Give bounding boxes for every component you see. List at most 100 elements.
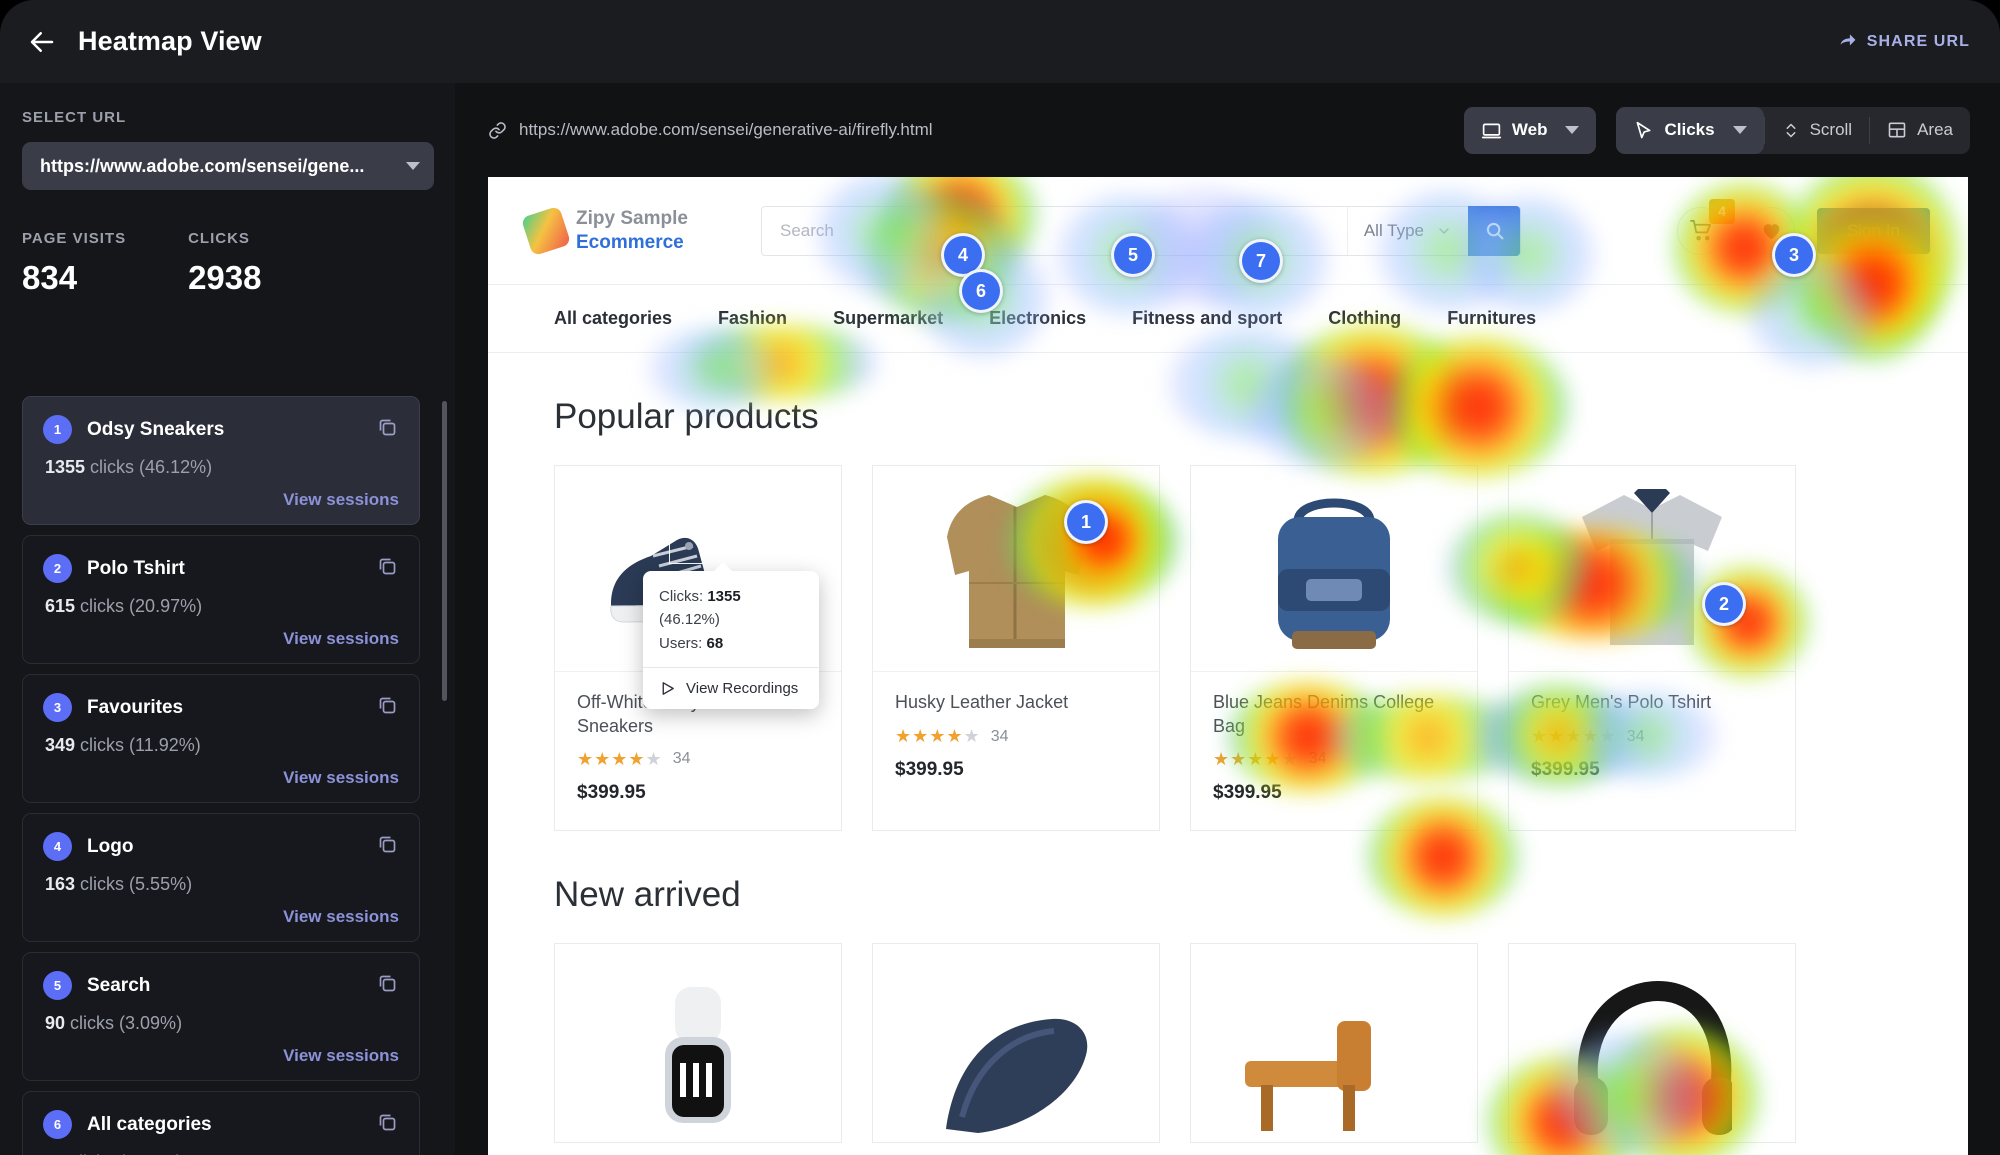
product-price: $399.95 [1531,759,1600,780]
heatmap-toolbar: https://www.adobe.com/sensei/generative-… [455,83,2000,177]
element-card[interactable]: 1 Odsy Sneakers 1355 clicks (46.12%) Vie… [22,396,420,525]
signin-button[interactable]: Sign In [1817,207,1930,254]
copy-button[interactable] [375,415,399,444]
site-nav-item[interactable]: Supermarket [833,308,943,329]
rating-stars: ★★★★★ [1213,748,1299,769]
heatmap-marker-3[interactable]: 3 [1772,233,1816,277]
view-sessions-link[interactable]: View sessions [43,629,399,649]
element-name: Search [87,974,151,996]
site-nav-item[interactable]: All categories [554,308,672,329]
copy-icon[interactable] [375,693,399,717]
share-url-label: SHARE URL [1866,32,1970,50]
element-name: Favourites [87,696,184,718]
chair-image [1245,1020,1371,1131]
stat-value: 2938 [188,259,262,296]
app-header: Heatmap View SHARE URL [0,0,2000,83]
back-button[interactable] [20,20,64,64]
device-web-button[interactable]: Web [1463,106,1597,154]
chevron-down-icon [406,162,420,170]
chevron-down-icon [1565,126,1580,134]
element-card[interactable]: 2 Polo Tshirt 615 clicks (20.97%) View s… [22,535,420,664]
product-rating: ★★★★★ 34 [577,749,819,770]
view-recordings-label: View Recordings [686,679,799,697]
logo-line-2: Ecommerce [576,231,684,253]
copy-icon[interactable] [375,1110,399,1134]
site-nav-item[interactable]: Furnitures [1447,308,1536,329]
product-price: $399.95 [895,759,964,780]
new-product-card[interactable] [872,942,1160,1143]
new-product-card[interactable] [1508,942,1796,1143]
element-card[interactable]: 5 Search 90 clicks (3.09%) View sessions [22,952,420,1081]
product-image [926,997,1106,1142]
copy-button[interactable] [375,554,399,583]
click-tooltip[interactable]: Clicks: 1355 (46.12%) Users: 68 View Rec… [643,562,819,709]
mode-area-button[interactable]: Area [1870,107,1970,154]
share-url-button[interactable]: SHARE URL [1838,32,1970,51]
site-logo[interactable]: Zipy Sample Ecommerce [520,205,761,256]
sidebar-scrollbar[interactable] [442,401,447,701]
tooltip-stats: Clicks: 1355 (46.12%) Users: 68 [643,571,819,667]
copy-icon[interactable] [375,832,399,856]
heatmap-marker-6[interactable]: 6 [959,269,1003,313]
smartwatch-image [665,986,731,1123]
site-nav-item[interactable]: Electronics [989,308,1086,329]
element-name: All categories [87,1113,212,1135]
site-nav-item[interactable]: Fashion [718,308,787,329]
site-search-input[interactable]: Search [762,221,1347,241]
copy-icon[interactable] [375,415,399,439]
rating-stars: ★★★★★ [577,748,663,769]
heatmap-marker-5[interactable]: 5 [1111,233,1155,277]
element-card[interactable]: 6 All categories 67 clicks (2.30%) View … [22,1091,420,1155]
rating-count: 34 [1308,750,1327,768]
cart-button[interactable]: 4 [1677,198,1736,255]
tooltip-clicks-percent: (46.12%) [659,611,720,629]
logo-icon [520,205,572,256]
site-nav-item[interactable]: Fitness and sport [1132,308,1282,329]
copy-icon[interactable] [375,554,399,578]
mode-scroll-button[interactable]: Scroll [1765,107,1870,154]
stats-row: PAGE VISITS 834 CLICKS 2938 [22,230,433,297]
heatmap-marker-2[interactable]: 2 [1702,582,1746,626]
current-url: https://www.adobe.com/sensei/generative-… [488,120,933,140]
copy-icon[interactable] [375,971,399,995]
view-sessions-link[interactable]: View sessions [43,768,399,788]
product-card[interactable]: Husky Leather Jacket ★★★★★ 34 $399.95 [872,465,1160,831]
view-sessions-link[interactable]: View sessions [43,1046,399,1066]
copy-button[interactable] [375,693,399,722]
url-select-dropdown[interactable]: https://www.adobe.com/sensei/gene... [22,142,434,190]
arrow-left-icon [30,31,54,52]
tooltip-clicks-value: 1355 [707,588,741,605]
element-rank-badge: 1 [43,415,72,444]
view-recordings-button[interactable]: View Recordings [643,668,819,709]
backpack-image [1277,498,1390,649]
toolbar-controls: Web Clicks Scroll Area [1463,106,1970,154]
copy-button[interactable] [375,1110,399,1139]
view-sessions-link[interactable]: View sessions [43,490,399,510]
site-search-button[interactable] [1468,205,1520,256]
element-card[interactable]: 4 Logo 163 clicks (5.55%) View sessions [22,813,420,942]
view-sessions-link[interactable]: View sessions [43,907,399,927]
stat-label: CLICKS [188,230,250,247]
site-nav-item[interactable]: Clothing [1328,308,1401,329]
chevron-down-icon [1732,126,1747,134]
heatmap-viewport[interactable]: Zipy Sample Ecommerce Search All Type 4 … [488,177,1968,1155]
mode-clicks-button[interactable]: Clicks [1616,106,1764,154]
new-product-card[interactable] [1190,942,1478,1143]
heatmap-marker-1[interactable]: 1 [1064,500,1108,544]
product-image [633,986,763,1142]
element-card-header: 3 Favourites [43,693,399,722]
site-type-select[interactable]: All Type [1346,206,1468,255]
page-title: Heatmap View [78,26,262,56]
copy-button[interactable] [375,971,399,1000]
product-info: Blue Jeans Denims College Bag ★★★★★ 34 $… [1191,672,1477,830]
element-list[interactable]: 1 Odsy Sneakers 1355 clicks (46.12%) Vie… [22,396,434,1155]
mode-scroll-label: Scroll [1809,120,1853,139]
new-product-card[interactable] [554,942,842,1143]
heatmap-marker-7[interactable]: 7 [1239,239,1283,283]
product-card[interactable]: Blue Jeans Denims College Bag ★★★★★ 34 $… [1190,465,1478,831]
element-card[interactable]: 3 Favourites 349 clicks (11.92%) View se… [22,674,420,803]
product-name: Husky Leather Jacket [895,692,1069,712]
copy-button[interactable] [375,832,399,861]
product-card[interactable]: Grey Men's Polo Tshirt ★★★★★ 34 $399.95 [1508,465,1796,831]
site-nav: All categories Fashion Supermarket Electron… [488,285,1968,353]
